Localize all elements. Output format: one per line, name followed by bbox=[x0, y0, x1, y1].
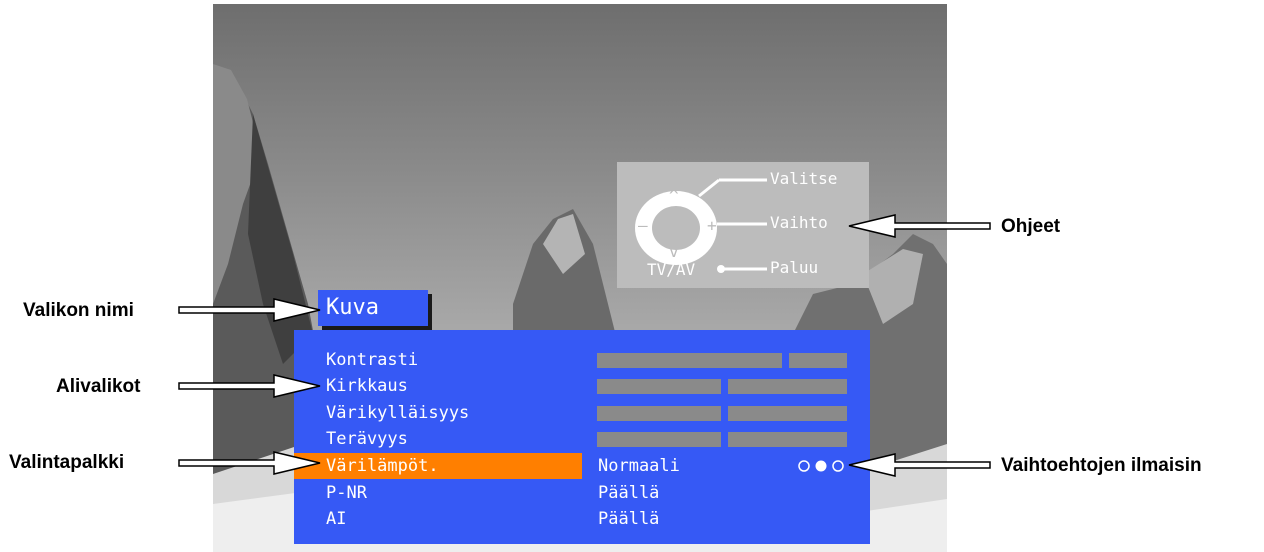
menu-item-value: Päällä bbox=[598, 483, 660, 503]
menu-item-label: AI bbox=[326, 509, 347, 529]
help-tvav-label: TV/AV bbox=[647, 260, 696, 279]
level-bar-filled bbox=[597, 406, 721, 421]
level-bar-remaining bbox=[728, 406, 847, 421]
menu-item-kontrasti[interactable]: Kontrasti bbox=[294, 347, 870, 373]
menu-item-label: Kontrasti bbox=[326, 350, 419, 370]
menu-item-label: Värilämpöt. bbox=[326, 456, 439, 476]
option-indicator-icon bbox=[798, 460, 844, 472]
menu-item-label: Värikylläisyys bbox=[326, 403, 470, 423]
callout-option-indicator: Vaihtoehtojen ilmaisin bbox=[1001, 455, 1202, 476]
up-arrow-icon: ^ bbox=[669, 186, 679, 205]
menu-item-varikyllaisyys[interactable]: Värikylläisyys bbox=[294, 400, 870, 426]
minus-icon: – bbox=[638, 216, 648, 235]
level-bar-filled bbox=[597, 379, 721, 394]
level-bar-filled bbox=[597, 353, 782, 368]
menu-item-teravyys[interactable]: Terävyys bbox=[294, 426, 870, 452]
callout-submenus: Alivalikot bbox=[56, 376, 141, 397]
menu-item-value: Normaali bbox=[598, 456, 680, 476]
help-change-label: Vaihto bbox=[770, 213, 828, 232]
help-select-label: Valitse bbox=[770, 169, 838, 188]
right-arrow-icon bbox=[178, 451, 321, 475]
menu-item-label: P-NR bbox=[326, 483, 367, 503]
menu-item-label: Kirkkaus bbox=[326, 376, 408, 396]
level-bar-remaining bbox=[789, 353, 847, 368]
callout-selection-bar: Valintapalkki bbox=[9, 452, 125, 473]
right-arrow-icon bbox=[178, 298, 321, 322]
left-arrow-icon bbox=[848, 214, 991, 238]
menu-item-value: Päällä bbox=[598, 509, 660, 529]
level-bar-filled bbox=[597, 432, 721, 447]
level-bar-remaining bbox=[728, 432, 847, 447]
level-bar-remaining bbox=[728, 379, 847, 394]
callout-instructions: Ohjeet bbox=[1001, 216, 1061, 237]
callout-menu-name: Valikon nimi bbox=[23, 300, 134, 321]
menu-item-kirkkaus[interactable]: Kirkkaus bbox=[294, 373, 870, 399]
menu-panel: Kontrasti Kirkkaus Värikylläisyys Terävy… bbox=[294, 330, 870, 544]
menu-item-varilampot[interactable]: Värilämpöt. Normaali bbox=[294, 453, 870, 479]
left-arrow-icon bbox=[848, 453, 991, 477]
menu-item-label: Terävyys bbox=[326, 429, 408, 449]
menu-title: Kuva bbox=[318, 290, 428, 326]
menu-item-p-nr[interactable]: P-NR Päällä bbox=[294, 480, 870, 506]
plus-icon: + bbox=[707, 216, 717, 235]
menu-item-ai[interactable]: AI Päällä bbox=[294, 506, 870, 532]
help-panel: ^ v – + Valitse Vaihto TV/AV Paluu bbox=[617, 162, 869, 288]
down-arrow-icon: v bbox=[669, 242, 679, 261]
right-arrow-icon bbox=[178, 374, 321, 398]
help-back-label: Paluu bbox=[770, 258, 819, 277]
